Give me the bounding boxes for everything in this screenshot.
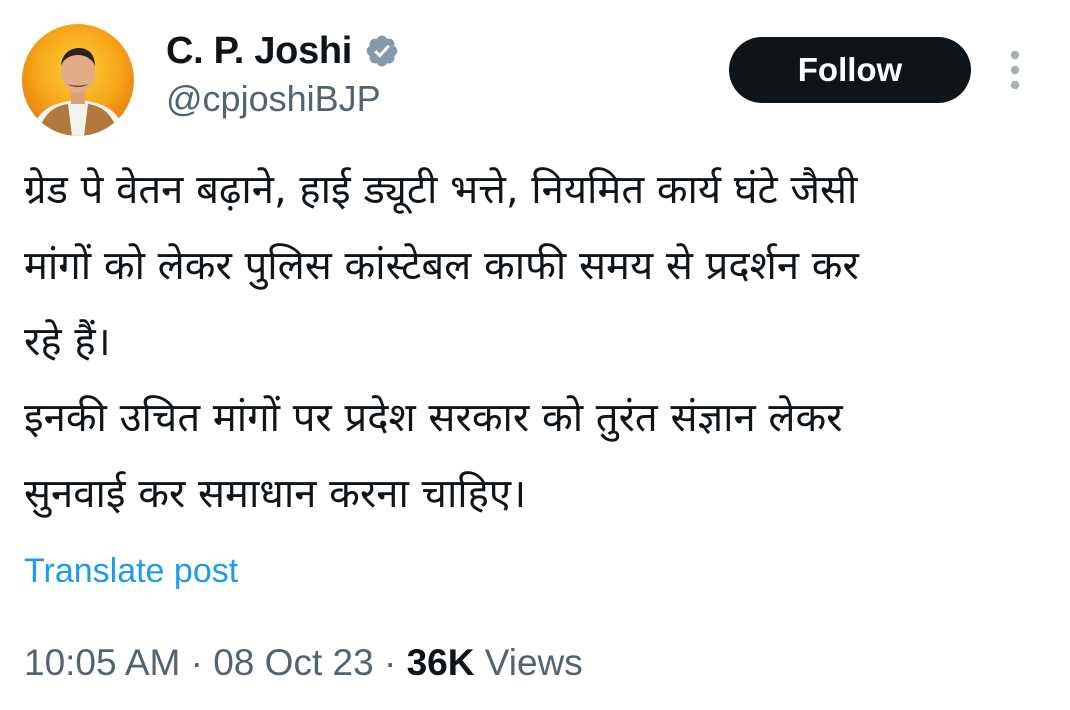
verified-badge-icon[interactable]	[364, 33, 400, 69]
follow-button[interactable]: Follow	[729, 37, 971, 103]
author-handle[interactable]: @cpjoshiBJP	[166, 78, 381, 120]
post-text: ग्रेड पे वेतन बढ़ाने, हाई ड्यूटी भत्ते, …	[24, 152, 1054, 532]
post-text-line: रहे हैं।	[24, 319, 111, 365]
post-text-line: ग्रेड पे वेतन बढ़ाने, हाई ड्यूटी भत्ते, …	[24, 167, 858, 213]
post-text-line: सुनवाई कर समाधान करना चाहिए।	[24, 471, 527, 517]
post-meta: 10:05 AM · 08 Oct 23 · 36K Views	[24, 642, 583, 684]
translate-post-link[interactable]: Translate post	[24, 552, 238, 591]
meta-separator: ·	[180, 642, 214, 683]
views-count: 36K	[406, 642, 475, 683]
post-date[interactable]: 08 Oct 23	[213, 642, 373, 683]
post-text-line: इनकी उचित मांगों पर प्रदेश सरकार को तुरं…	[24, 395, 843, 441]
avatar[interactable]	[22, 24, 134, 136]
more-vertical-icon[interactable]	[1000, 48, 1030, 92]
post-time[interactable]: 10:05 AM	[24, 642, 180, 683]
post-card: C. P. Joshi @cpjoshiBJP Follow ग्रेड पे …	[0, 0, 1070, 710]
profile-photo	[22, 24, 134, 136]
post-text-line: मांगों को लेकर पुलिस कांस्टेबल काफी समय …	[24, 243, 859, 289]
author-name-row: C. P. Joshi	[166, 26, 400, 76]
views-label: Views	[484, 642, 583, 683]
author-display-name[interactable]: C. P. Joshi	[166, 30, 352, 73]
meta-separator: ·	[373, 642, 407, 683]
